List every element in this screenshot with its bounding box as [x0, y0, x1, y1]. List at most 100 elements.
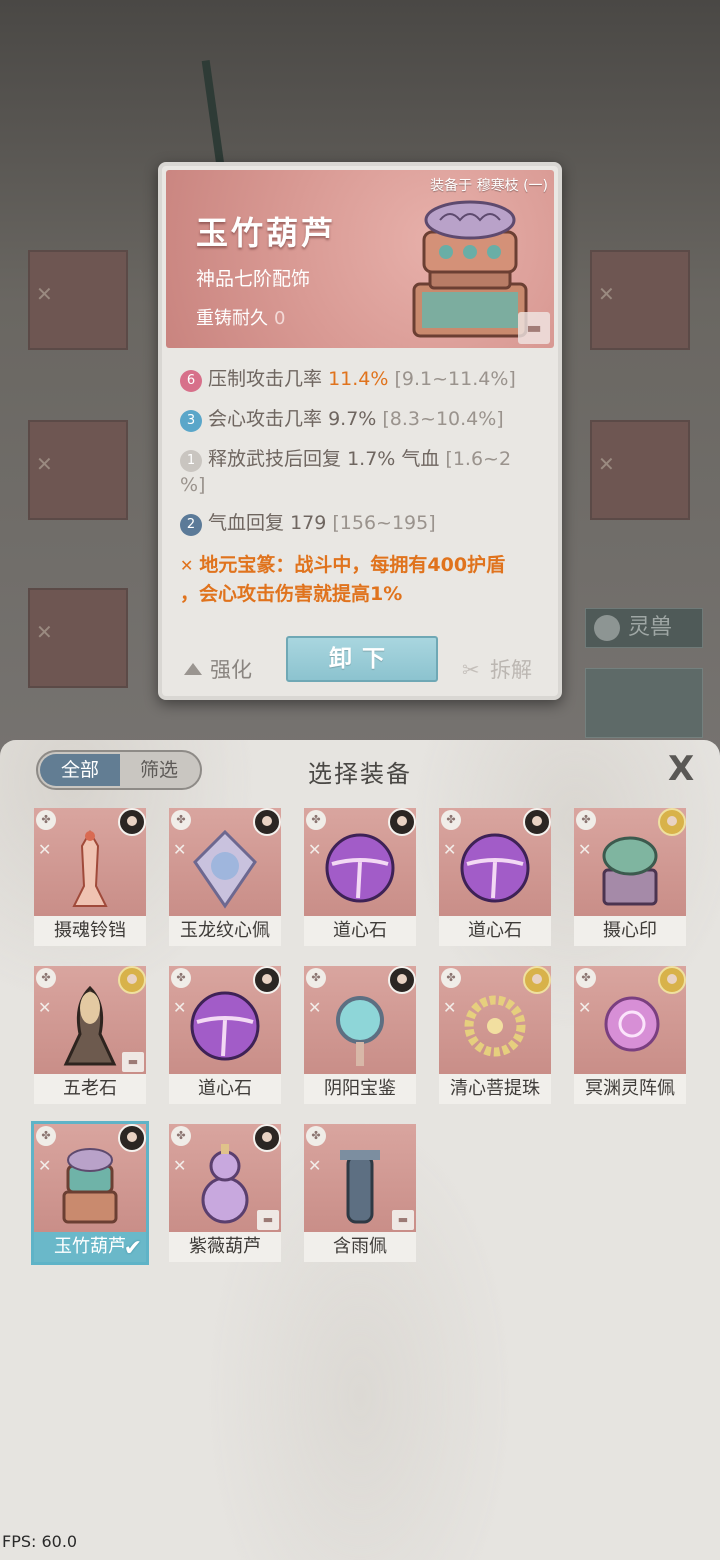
item-name: 五老石 [63, 1078, 117, 1099]
set-icon: ✕ [173, 1156, 187, 1175]
item-type-icon: ✤ [306, 968, 326, 988]
strengthen-button[interactable]: 强化 [184, 654, 252, 684]
item-name: 清心菩提珠 [450, 1078, 540, 1099]
equipment-item[interactable]: ✤ ✕ 阴阳宝鉴 [304, 966, 416, 1104]
item-name: 摄心印 [603, 920, 657, 941]
item-type-icon: ✤ [576, 810, 596, 830]
stat-range-continued: %] [180, 474, 206, 496]
set-icon: ✕ [38, 1156, 52, 1175]
background-equipment-slot: ✕ [28, 250, 128, 350]
item-type-icon: ✤ [36, 968, 56, 988]
item-type-icon: ✤ [171, 968, 191, 988]
five-elders-stone-art [63, 985, 117, 1066]
stat-row: 6 压制攻击几率 11.4% [9.1~11.4%] [180, 366, 540, 392]
lock-icon: ▬ [122, 1052, 144, 1072]
stat-rank-badge: 2 [180, 514, 202, 536]
item-name: 玉龙纹心佩 [180, 920, 270, 941]
set-icon: ✕ [578, 840, 592, 859]
heart-seal-art [602, 836, 658, 906]
equipment-item[interactable]: ✤ ✕ 道心石 [304, 808, 416, 946]
owner-avatar [253, 1124, 281, 1152]
equipment-item[interactable]: ✤ ✕ 冥渊灵阵佩 [574, 966, 686, 1104]
dao-heart-stone-art [190, 991, 260, 1061]
stat-value: 179 [290, 512, 327, 534]
dismantle-label: 拆解 [490, 658, 532, 682]
background-pet-slot [585, 668, 703, 738]
equipment-item[interactable]: ✤ ✕ ▬ 含雨佩 [304, 1124, 416, 1262]
lock-icon: ▬ [392, 1210, 414, 1230]
owner-avatar [118, 966, 146, 994]
set-icon: ✕ [308, 1156, 322, 1175]
item-type-icon: ✤ [36, 810, 56, 830]
equipment-item[interactable]: ✤ ✕ 道心石 [169, 966, 281, 1104]
equipment-item[interactable]: ✤ ✕ 道心石 [439, 808, 551, 946]
set-icon: ✕ [443, 998, 457, 1017]
owner-avatar [253, 966, 281, 994]
stat-range: [156~195] [332, 512, 436, 534]
item-type-icon: ✤ [441, 810, 461, 830]
bodhi-beads-art [464, 995, 526, 1057]
owner-avatar [388, 966, 416, 994]
equipment-item[interactable]: ✤ ✕ 玉龙纹心佩 [169, 808, 281, 946]
stat-row: 2 气血回复 179 [156~195] [180, 510, 540, 536]
item-grade: 神品七阶配饰 [196, 268, 311, 290]
lock-icon[interactable]: ▬ [518, 312, 550, 344]
purple-gourd-art [201, 1144, 249, 1224]
stat-row: 3 会心攻击几率 9.7% [8.3~10.4%] [180, 406, 540, 432]
equipment-item[interactable]: ✤ ✕ ▬ 紫薇葫芦 [169, 1124, 281, 1262]
abyss-array-pendant-art [604, 996, 660, 1052]
close-icon[interactable]: X [668, 752, 702, 786]
owner-avatar [523, 966, 551, 994]
dragon-pendant-art [193, 829, 257, 909]
stat-row: 1 释放武技后回复 1.7% 气血 [1.6~2 %] [180, 446, 540, 498]
fps-counter: FPS: 60.0 [2, 1532, 78, 1551]
stat-range: [1.6~2 [445, 448, 512, 470]
item-name: 摄魂铃铛 [54, 920, 126, 941]
set-icon: ✕ [38, 840, 52, 859]
item-name: 紫薇葫芦 [189, 1236, 261, 1257]
background-equipment-slot: ✕ [590, 250, 690, 350]
item-detail-header: 装备于 穆寒枝 (一) 玉竹葫芦 神品七阶配饰 重铸耐久 0 ▬ [166, 170, 554, 348]
paw-icon [594, 615, 620, 641]
equipment-item[interactable]: ✤ ✕ ▬ 五老石 [34, 966, 146, 1104]
item-name: 道心石 [333, 920, 387, 941]
owner-avatar [118, 1124, 146, 1152]
owner-avatar [658, 808, 686, 836]
dao-heart-stone-art [325, 833, 395, 903]
stat-label: 气血回复 [208, 512, 285, 534]
set-icon: ✕ [443, 840, 457, 859]
background-equipment-slot: ✕ [28, 588, 128, 688]
set-effect: ✕ 地元宝篆：战斗中，每拥有400护盾 ，会心攻击伤害就提高1% [180, 551, 540, 608]
dismantle-button[interactable]: ✂ 拆解 [462, 654, 532, 684]
recast-durability: 重铸耐久 0 [196, 304, 285, 330]
set-icon: ✕ [173, 998, 187, 1017]
item-type-icon: ✤ [306, 810, 326, 830]
background-lingshou-tab: 灵兽 [585, 608, 703, 648]
lock-icon: ▬ [257, 1210, 279, 1230]
background-equipment-slot: ✕ [590, 420, 690, 520]
set-icon: ✕ [308, 840, 322, 859]
stat-range: [8.3~10.4%] [382, 408, 504, 430]
unequip-button[interactable]: 卸下 [286, 636, 438, 682]
stat-value: 11.4% [328, 368, 389, 390]
item-type-icon: ✤ [171, 1126, 191, 1146]
equipment-item-selected[interactable]: ✤ ✕ 玉竹葫芦 ✔ [31, 1121, 149, 1265]
up-arrow-icon [184, 663, 202, 675]
set-effect-line2: ，会心攻击伤害就提高1% [180, 583, 403, 605]
owner-avatar [388, 808, 416, 836]
item-detail-card: 装备于 穆寒枝 (一) 玉竹葫芦 神品七阶配饰 重铸耐久 0 ▬ 6 压制攻击几率 … [158, 162, 562, 700]
item-type-icon: ✤ [576, 968, 596, 988]
rain-pendant-art [340, 1150, 380, 1224]
equipment-item[interactable]: ✤ ✕ 摄心印 [574, 808, 686, 946]
equipment-item[interactable]: ✤ ✕ 摄魂铃铛 [34, 808, 146, 946]
strengthen-label: 强化 [210, 658, 252, 682]
stat-label: 压制攻击几率 [208, 368, 323, 390]
item-type-icon: ✤ [171, 810, 191, 830]
stat-label: 释放武技后回复 [208, 448, 342, 470]
select-equipment-panel: 全部 筛选 选择装备 X ✤ ✕ 摄魂铃铛 ✤ ✕ 玉龙纹心佩 ✤ ✕ 道心石 … [0, 740, 720, 1560]
recast-durability-label: 重铸耐久 [196, 308, 268, 329]
stat-value: 9.7% [328, 408, 377, 430]
item-name: 含雨佩 [333, 1236, 387, 1257]
stat-rank-badge: 6 [180, 370, 202, 392]
equipment-item[interactable]: ✤ ✕ 清心菩提珠 [439, 966, 551, 1104]
